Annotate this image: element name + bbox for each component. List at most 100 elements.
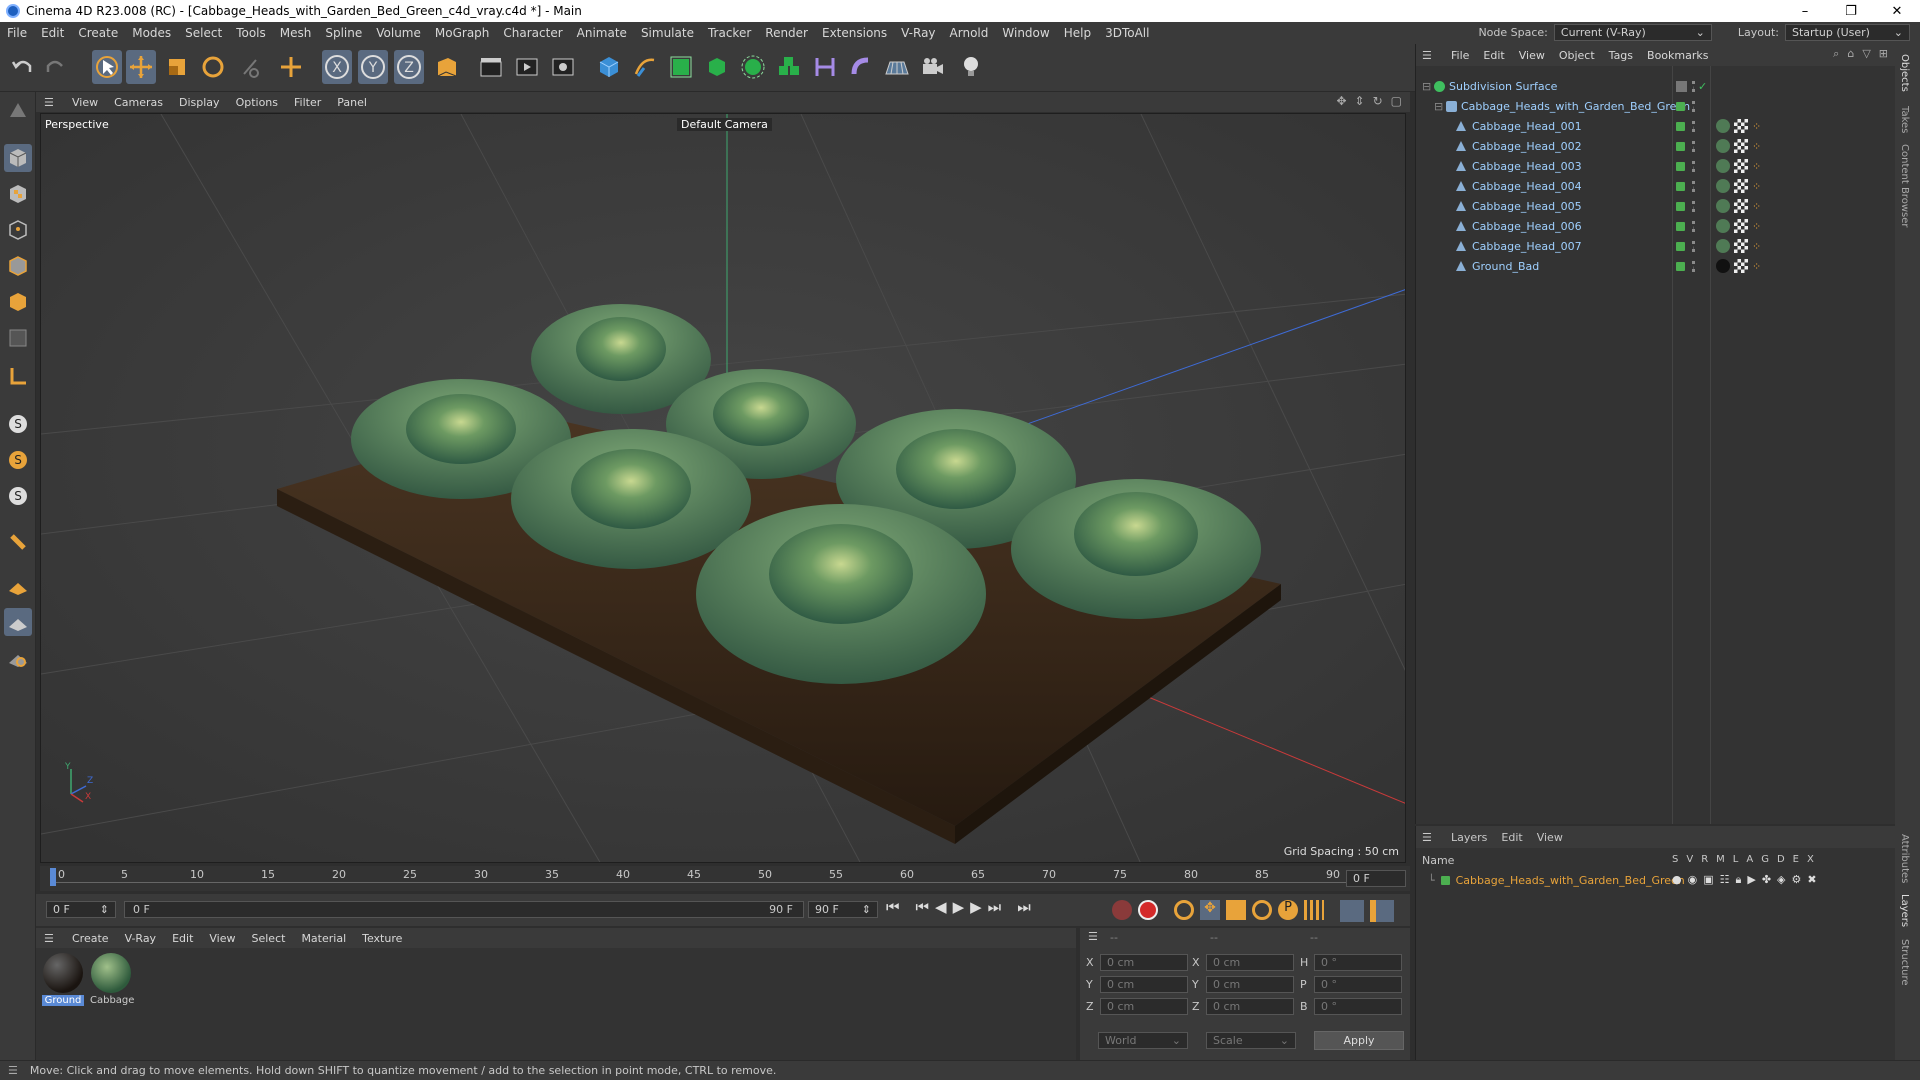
- tweak-mode-button[interactable]: [4, 528, 32, 556]
- live-selection-button[interactable]: [92, 50, 122, 84]
- y-axis-button[interactable]: Y: [358, 50, 388, 84]
- texture-mode-button[interactable]: [4, 180, 32, 208]
- snap-settings-button[interactable]: S: [4, 446, 32, 474]
- play-button[interactable]: ▶: [953, 898, 965, 916]
- coordinate-mode-dropdown[interactable]: World ⌄: [1098, 1032, 1188, 1049]
- texture-tag-icon[interactable]: [1734, 259, 1748, 273]
- floor-button[interactable]: [882, 50, 912, 84]
- viewport-menu-panel[interactable]: Panel: [329, 96, 375, 109]
- viewport-maximize-icon[interactable]: ▢: [1391, 94, 1402, 108]
- hamburger-icon[interactable]: ☰: [1088, 930, 1098, 943]
- undo-button[interactable]: [8, 50, 38, 84]
- collapse-icon[interactable]: ⊟: [1434, 100, 1446, 113]
- current-frame-field[interactable]: 0 F: [1346, 870, 1406, 887]
- object-row-cabbage-002[interactable]: Cabbage_Head_002 ⁘: [1416, 136, 1896, 156]
- layer-menu-layers[interactable]: Layers: [1444, 831, 1494, 844]
- object-menu-view[interactable]: View: [1512, 49, 1552, 62]
- material-tag-icon[interactable]: [1716, 239, 1730, 253]
- go-to-end-button[interactable]: ⏭: [1017, 898, 1031, 916]
- material-tag-icon[interactable]: [1716, 139, 1730, 153]
- hamburger-icon[interactable]: ☰: [1422, 49, 1444, 62]
- render-view-button[interactable]: [476, 50, 506, 84]
- layer-color-icon[interactable]: [1676, 141, 1685, 151]
- home-icon[interactable]: ⌂: [1847, 47, 1854, 61]
- hamburger-icon[interactable]: ☰: [1422, 831, 1444, 844]
- menu-modes[interactable]: Modes: [125, 26, 178, 40]
- layer-manager-icon[interactable]: ☷: [1720, 873, 1730, 887]
- material-menu-view[interactable]: View: [201, 932, 243, 945]
- pos-z-field[interactable]: 0 cm: [1100, 998, 1188, 1015]
- workplane-button[interactable]: [4, 572, 32, 600]
- model-mode-button[interactable]: [4, 144, 32, 172]
- visibility-dots-icon[interactable]: [1692, 180, 1695, 192]
- tab-structure[interactable]: Structure: [1899, 939, 1910, 986]
- viewport-menu-display[interactable]: Display: [171, 96, 228, 109]
- key-rotation-button[interactable]: [1252, 900, 1272, 920]
- rot-p-field[interactable]: 0 °: [1314, 976, 1402, 993]
- material-tag-icon[interactable]: [1716, 259, 1730, 273]
- axis-mode-button[interactable]: [4, 362, 32, 390]
- light-button[interactable]: [956, 50, 986, 84]
- material-menu-create[interactable]: Create: [64, 932, 117, 945]
- layout-dropdown[interactable]: Startup (User) ⌄: [1785, 24, 1910, 41]
- apply-button[interactable]: Apply: [1314, 1031, 1404, 1050]
- deformer-button[interactable]: [810, 50, 840, 84]
- locked-workplane-button[interactable]: [4, 644, 32, 672]
- object-row-cabbage-001[interactable]: Cabbage_Head_001 ⁘: [1416, 116, 1896, 136]
- layer-xref-icon[interactable]: ✖: [1807, 873, 1816, 887]
- object-row-cabbage-004[interactable]: Cabbage_Head_004 ⁘: [1416, 176, 1896, 196]
- material-tag-icon[interactable]: [1716, 179, 1730, 193]
- visibility-dots-icon[interactable]: [1692, 260, 1695, 272]
- tab-takes[interactable]: Takes: [1899, 106, 1910, 133]
- layer-deformer-icon[interactable]: ◈: [1777, 873, 1785, 887]
- enabled-check-icon[interactable]: ✓: [1698, 80, 1707, 93]
- visibility-dots-icon[interactable]: [1692, 140, 1695, 152]
- object-row-cabbage-007[interactable]: Cabbage_Head_007 ⁘: [1416, 236, 1896, 256]
- tab-content-browser[interactable]: Content Browser: [1899, 144, 1910, 227]
- menu-spline[interactable]: Spline: [318, 26, 369, 40]
- snap-grid-button[interactable]: S: [4, 482, 32, 510]
- object-row-ground-bad[interactable]: Ground_Bad ⁘: [1416, 256, 1896, 276]
- motion-mode-button[interactable]: [1340, 900, 1364, 922]
- vray-tag-icon[interactable]: ⁘: [1752, 260, 1761, 273]
- object-menu-edit[interactable]: Edit: [1476, 49, 1511, 62]
- cube-button[interactable]: [594, 50, 624, 84]
- menu-mograph[interactable]: MoGraph: [428, 26, 497, 40]
- viewport-menu-filter[interactable]: Filter: [286, 96, 329, 109]
- make-editable-button[interactable]: [4, 96, 32, 124]
- menu-animate[interactable]: Animate: [570, 26, 634, 40]
- layer-menu-view[interactable]: View: [1530, 831, 1570, 844]
- node-space-dropdown[interactable]: Current (V-Ray) ⌄: [1553, 24, 1712, 41]
- viewport-menu-cameras[interactable]: Cameras: [106, 96, 171, 109]
- tab-objects[interactable]: Objects: [1899, 54, 1910, 92]
- collapse-icon[interactable]: ⊟: [1422, 80, 1434, 93]
- layer-color-icon[interactable]: [1676, 101, 1685, 111]
- viewport-move-icon[interactable]: ✥: [1336, 94, 1346, 108]
- frame-range-slider[interactable]: 0 F 90 F: [124, 901, 804, 918]
- layer-lock-icon[interactable]: 🔒︎: [1736, 873, 1742, 887]
- key-parameter-button[interactable]: P: [1278, 900, 1298, 920]
- playhead[interactable]: [50, 868, 56, 886]
- material-tag-icon[interactable]: [1716, 119, 1730, 133]
- next-frame-button[interactable]: ▶: [970, 898, 982, 916]
- render-to-picture-viewer-button[interactable]: [512, 50, 542, 84]
- object-row-cabbage-003[interactable]: Cabbage_Head_003 ⁘: [1416, 156, 1896, 176]
- visibility-dots-icon[interactable]: [1692, 220, 1695, 232]
- menu-help[interactable]: Help: [1057, 26, 1098, 40]
- camera-label[interactable]: Default Camera: [677, 118, 772, 131]
- layer-expression-icon[interactable]: ⚙: [1792, 873, 1802, 887]
- viewport-menu-options[interactable]: Options: [228, 96, 286, 109]
- vray-tag-icon[interactable]: ⁘: [1752, 240, 1761, 253]
- next-key-button[interactable]: ⏭: [988, 898, 1002, 916]
- menu-tools[interactable]: Tools: [229, 26, 273, 40]
- mograph-effector-button[interactable]: [774, 50, 804, 84]
- layer-render-icon[interactable]: ▣: [1703, 873, 1713, 887]
- place-tool-button[interactable]: [276, 50, 306, 84]
- visibility-dots-icon[interactable]: [1692, 200, 1695, 212]
- visibility-dots-icon[interactable]: [1692, 240, 1695, 252]
- layer-color-icon[interactable]: [1676, 241, 1685, 251]
- menu-create[interactable]: Create: [71, 26, 125, 40]
- menu-arnold[interactable]: Arnold: [943, 26, 996, 40]
- extrude-button[interactable]: [702, 50, 732, 84]
- previous-frame-button[interactable]: ◀: [935, 898, 947, 916]
